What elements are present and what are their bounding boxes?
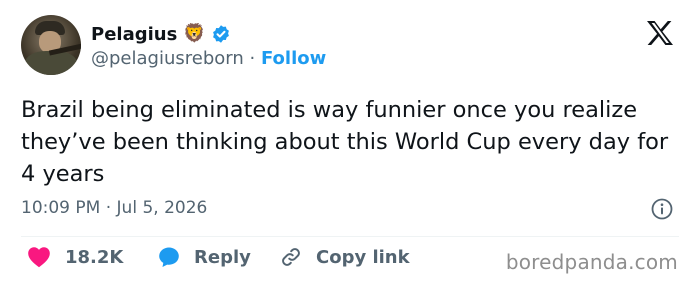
- avatar[interactable]: [21, 15, 81, 75]
- info-icon[interactable]: [651, 198, 673, 220]
- heart-icon: [28, 247, 50, 268]
- like-button[interactable]: 18.2K: [27, 246, 123, 268]
- author-handle-row: @pelagiusreborn · Follow: [91, 48, 326, 69]
- verified-badge-icon: [212, 25, 229, 43]
- author-display-name[interactable]: Pelagius: [91, 24, 177, 45]
- lion-emoji-icon: 🦁: [183, 23, 206, 44]
- handle-separator: ·: [249, 48, 256, 69]
- reply-label: Reply: [194, 246, 251, 268]
- reply-bubble-icon: [159, 247, 179, 267]
- follow-button[interactable]: Follow: [261, 48, 326, 69]
- tweet-text: Brazil being eliminated is way funnier o…: [21, 97, 669, 187]
- link-icon: [282, 248, 300, 266]
- x-logo-icon[interactable]: [646, 20, 674, 46]
- tweet-timestamp[interactable]: 10:09 PM · Jul 5, 2026: [21, 198, 207, 218]
- actions-divider: [21, 236, 679, 237]
- author-name-row: Pelagius 🦁: [91, 21, 231, 47]
- reply-button[interactable]: Reply: [158, 246, 251, 268]
- like-count: 18.2K: [65, 246, 124, 268]
- author-handle[interactable]: @pelagiusreborn: [91, 48, 244, 69]
- copy-link-button[interactable]: Copy link: [280, 246, 410, 268]
- copy-link-label: Copy link: [316, 246, 410, 268]
- watermark: boredpanda.com: [505, 250, 678, 274]
